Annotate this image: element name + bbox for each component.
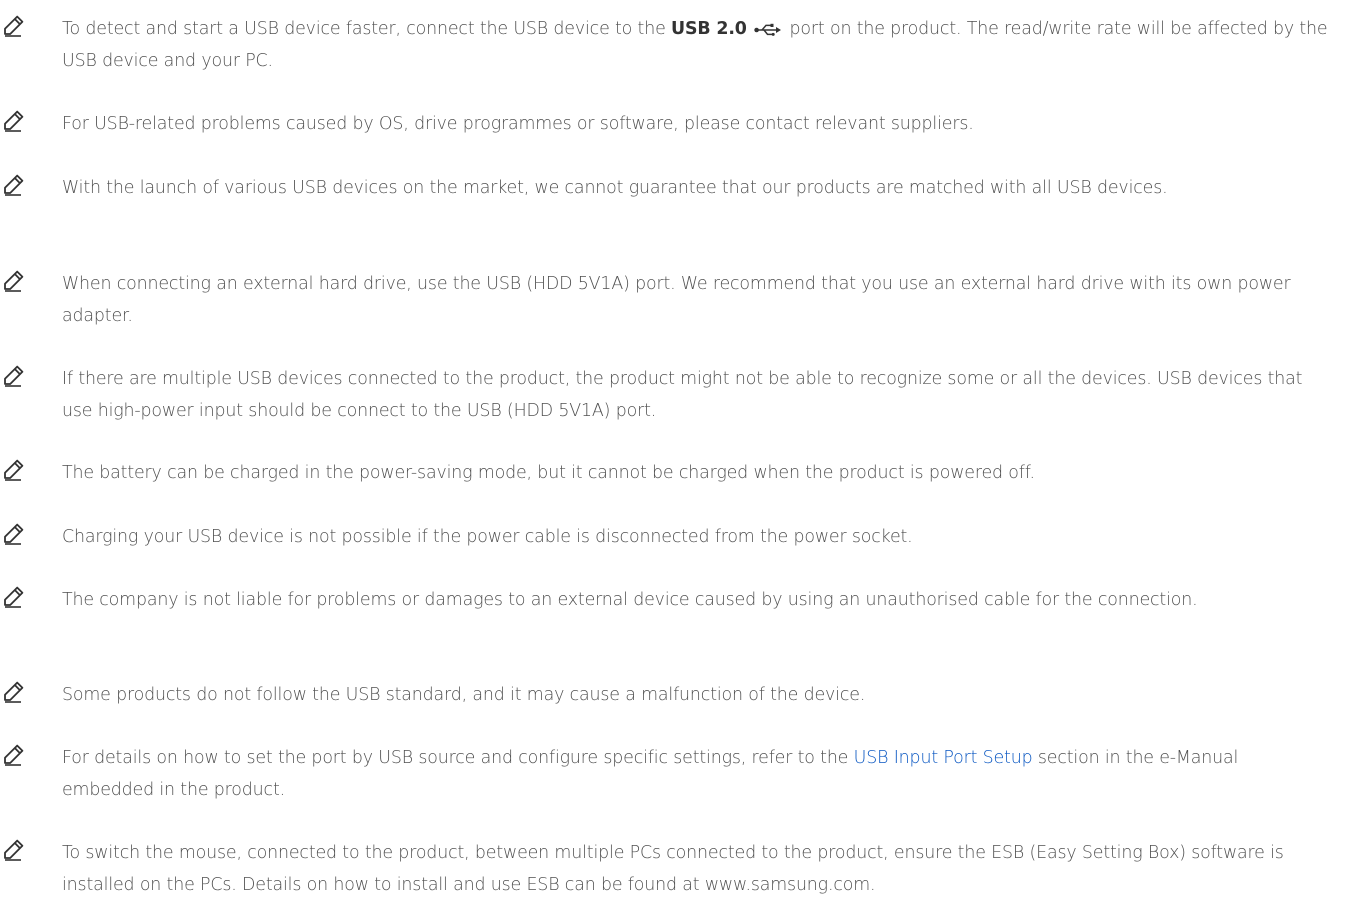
pencil-note-icon: [4, 586, 24, 608]
pencil-note-icon: [4, 270, 24, 292]
pencil-note-icon: [4, 15, 24, 37]
usb-input-port-setup-link[interactable]: USB Input Port Setup: [854, 748, 1033, 768]
pencil-note-icon: [4, 110, 24, 132]
note-text: Charging your USB device is not possible…: [62, 527, 913, 547]
pencil-note-icon: [4, 523, 24, 545]
note-text: The battery can be charged in the power-…: [62, 463, 1035, 483]
pencil-note-icon: [4, 681, 24, 703]
note-text-before: To detect and start a USB device faster,…: [62, 19, 672, 39]
note-text: For USB-related problems caused by OS, d…: [62, 114, 974, 134]
pencil-note-icon: [4, 744, 24, 766]
note-text: If there are multiple USB devices connec…: [62, 369, 1303, 421]
pencil-note-icon: [4, 459, 24, 481]
usb-symbol-icon: [754, 23, 782, 36]
port-label: USB 2.0: [671, 19, 747, 39]
note-text: The company is not liable for problems o…: [62, 590, 1198, 610]
note-text: To switch the mouse, connected to the pr…: [62, 843, 1284, 895]
note-text-before: For details on how to set the port by US…: [62, 748, 854, 768]
pencil-note-icon: [4, 174, 24, 196]
pencil-note-icon: [4, 365, 24, 387]
note-text: With the launch of various USB devices o…: [62, 178, 1168, 198]
pencil-note-icon: [4, 839, 24, 861]
note-text: Some products do not follow the USB stan…: [62, 685, 866, 705]
note-text: When connecting an external hard drive, …: [62, 274, 1291, 326]
